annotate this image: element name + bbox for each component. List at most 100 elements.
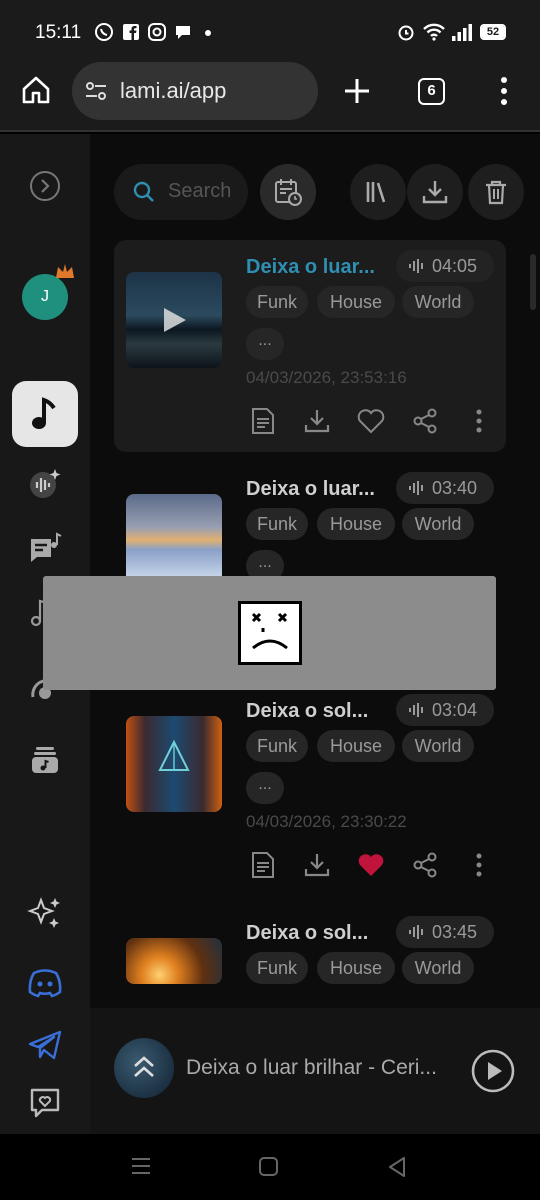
share-icon [413,408,437,434]
more-tags-button[interactable]: ... [246,772,284,804]
share-button[interactable] [410,406,440,436]
mini-player[interactable]: Deixa o luar brilhar - Ceri... [90,1008,540,1134]
like-button[interactable] [356,850,386,880]
player-artwork[interactable] [114,1038,174,1098]
like-button[interactable] [356,406,386,436]
search-placeholder: Search [168,180,232,202]
lyrics-button[interactable] [248,850,278,880]
genre-tag: Funk [246,952,308,984]
song-card[interactable]: Deixa o luar... 04:05 Funk House World .… [114,240,506,452]
expand-up-icon[interactable] [132,1054,156,1080]
song-thumbnail[interactable] [126,938,222,984]
lyrics-button[interactable] [248,406,278,436]
crown-icon [56,264,74,278]
discord-icon [28,969,62,998]
song-thumbnail[interactable] [126,272,222,368]
sidebar-item-telegram[interactable] [12,1012,78,1078]
more-tags-button[interactable]: ... [246,328,284,360]
sparkle-icon [27,897,60,928]
share-icon [413,852,437,878]
play-pause-icon[interactable] [470,1048,516,1094]
song-options-button[interactable] [464,406,494,436]
download-button[interactable] [302,406,332,436]
status-time: 15:11 [35,22,82,43]
library-button[interactable] [350,164,406,220]
download-icon [304,854,330,877]
waveform-icon [409,259,423,273]
sidebar-item-lyrics[interactable] [12,516,78,582]
back-nav-icon[interactable] [386,1156,408,1178]
library-stack-icon [32,747,58,773]
duration-badge: 03:40 [396,472,494,504]
song-duration: 03:04 [432,700,478,720]
signal-icon [452,24,472,41]
player-song-title[interactable]: Deixa o luar brilhar - Ceri... [186,1056,437,1080]
song-title[interactable]: Deixa o luar... [246,478,375,501]
kebab-menu-icon [476,853,482,877]
waveform-icon [409,925,423,939]
alarm-icon [398,25,414,41]
song-title[interactable]: Deixa o sol... [246,700,368,723]
song-title[interactable]: Deixa o sol... [246,922,368,945]
song-title[interactable]: Deixa o luar... [246,256,375,279]
sidebar-item-discord[interactable] [12,950,78,1016]
home-icon[interactable] [20,74,52,106]
song-duration: 03:40 [432,478,478,498]
new-tab-icon[interactable] [343,77,371,105]
recent-apps-icon[interactable] [130,1156,152,1176]
wifi-icon [423,23,445,41]
pyramid-art-icon [158,740,190,771]
sad-face-icon [238,601,302,665]
tab-switcher-button[interactable]: 6 [418,78,445,105]
heart-outline-icon [357,409,385,434]
sidebar-item-library[interactable] [12,726,78,792]
heart-filled-icon [358,854,384,876]
song-options-button[interactable] [464,850,494,880]
sidebar-item-feedback[interactable] [12,1070,78,1136]
trash-icon [486,180,506,205]
download-button[interactable] [302,850,332,880]
song-date: 04/03/2026, 23:30:22 [246,812,407,831]
download-all-button[interactable] [407,164,463,220]
song-date: 04/03/2026, 23:53:16 [246,368,407,387]
song-card[interactable]: Deixa o sol... 03:04 Funk House World ..… [114,684,506,896]
song-duration: 04:05 [432,256,478,276]
download-icon [304,410,330,433]
duration-badge: 03:04 [396,694,494,726]
history-button[interactable] [260,164,316,220]
address-bar[interactable]: lami.ai/app [72,62,318,120]
battery-level: 52 [482,26,504,38]
genre-tag: Funk [246,730,308,762]
expand-sidebar-icon[interactable] [29,170,61,202]
download-icon [422,181,448,204]
home-nav-icon[interactable] [258,1156,280,1178]
waveform-icon [409,703,423,717]
sidebar-item-music[interactable] [12,381,78,447]
telegram-icon [28,1030,62,1060]
song-thumbnail[interactable] [126,716,222,812]
voice-sparkle-icon [30,469,61,498]
site-settings-icon[interactable] [84,79,108,103]
sidebar-item-sparkle[interactable] [12,879,78,945]
broken-content-placeholder [43,576,496,690]
search-input[interactable]: Search [114,164,248,220]
share-button[interactable] [410,850,440,880]
genre-tag: World [402,286,474,318]
sidebar-item-voice[interactable] [12,450,78,516]
document-icon [252,852,274,878]
battery-icon: 52 [480,24,506,40]
genre-tag: Funk [246,508,308,540]
duration-badge: 03:45 [396,916,494,948]
more-menu-icon[interactable] [496,75,512,107]
genre-tag: Funk [246,286,308,318]
system-nav-bar [0,1134,540,1200]
calendar-clock-icon [275,179,302,206]
instagram-icon [148,23,166,41]
music-note-icon [32,397,56,429]
waveform-icon [409,481,423,495]
delete-button[interactable] [468,164,524,220]
genre-tag: House [317,508,395,540]
duration-badge: 04:05 [396,250,494,282]
scrollbar[interactable] [530,254,536,310]
play-icon[interactable] [162,306,188,334]
